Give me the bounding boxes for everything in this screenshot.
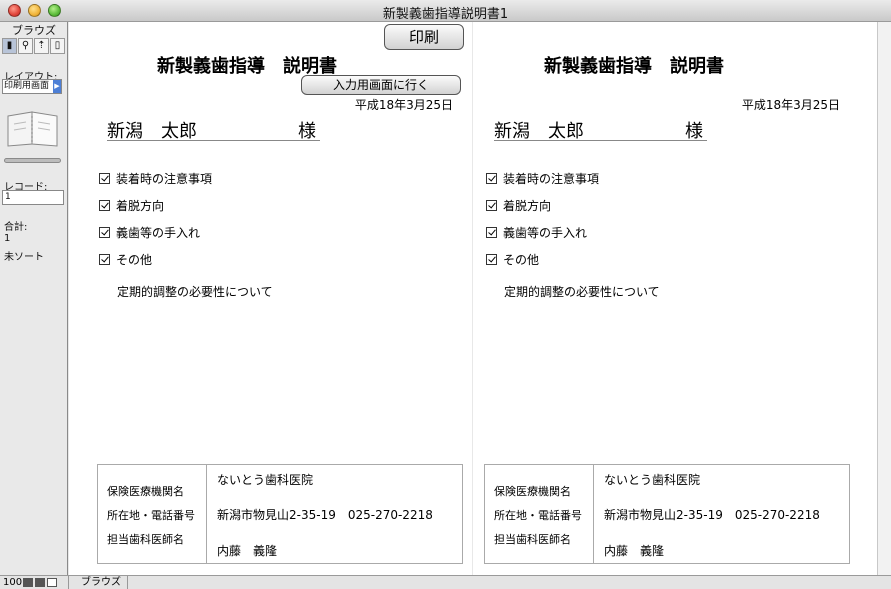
zoom-out-icon[interactable] bbox=[23, 578, 33, 587]
checkbox-checked-icon[interactable] bbox=[486, 254, 497, 265]
address-phone-label: 所在地・電話番号 bbox=[494, 509, 582, 522]
institution-label: 保険医療機関名 bbox=[107, 485, 184, 498]
layout-tool-icon[interactable]: ⇡ bbox=[34, 38, 49, 54]
info-divider bbox=[206, 465, 207, 563]
total-label: 合計: bbox=[4, 222, 28, 233]
zoom-in-icon[interactable] bbox=[35, 578, 45, 587]
sort-status: 未ソート bbox=[4, 252, 44, 263]
checklist-item[interactable]: その他 bbox=[486, 251, 539, 268]
honorific: 様 bbox=[298, 121, 316, 142]
institution-value: ないとう歯科医院 bbox=[604, 473, 701, 487]
address-phone-value: 新潟市物見山2-35-19 025-270-2218 bbox=[217, 508, 433, 522]
honorific: 様 bbox=[685, 121, 703, 142]
layout-content: 新製義歯指導 説明書 平成18年3月25日 新潟 太郎 様 装着時の注意事項 着… bbox=[69, 22, 877, 575]
checkbox-checked-icon[interactable] bbox=[99, 200, 110, 211]
status-bar: 100 ブラウズ bbox=[0, 575, 891, 589]
patient-name: 新潟 太郎 bbox=[107, 121, 197, 142]
window-title: 新製義歯指導説明書1 bbox=[382, 7, 509, 22]
layout-dropdown-arrow-icon[interactable]: ▶ bbox=[53, 80, 61, 93]
note-text: 定期的調整の必要性について bbox=[504, 285, 660, 299]
mode-tools: ▮ ⚲ ⇡ ▯ bbox=[2, 38, 65, 54]
checklist-item[interactable]: 着脱方向 bbox=[99, 197, 164, 214]
institution-label: 保険医療機関名 bbox=[494, 485, 571, 498]
dentist-value: 内藤 義隆 bbox=[217, 544, 278, 558]
patient-name-field[interactable]: 新潟 太郎 様 bbox=[494, 117, 707, 142]
address-phone-value: 新潟市物見山2-35-19 025-270-2218 bbox=[604, 508, 820, 522]
checklist-item[interactable]: その他 bbox=[99, 251, 152, 268]
goto-input-screen-button[interactable]: 入力用画面に行く bbox=[301, 75, 461, 95]
checkbox-checked-icon[interactable] bbox=[486, 200, 497, 211]
dentist-value: 内藤 義隆 bbox=[604, 544, 665, 558]
clinic-info-box: 保険医療機関名 所在地・電話番号 担当歯科医師名 ないとう歯科医院 新潟市物見山… bbox=[97, 464, 463, 564]
checkbox-checked-icon[interactable] bbox=[99, 227, 110, 238]
dentist-label: 担当歯科医師名 bbox=[494, 533, 571, 546]
layout-select[interactable]: 印刷用画面 ▶ bbox=[2, 79, 62, 94]
record-slider[interactable] bbox=[4, 158, 61, 163]
preview-tool-icon[interactable]: ▯ bbox=[50, 38, 65, 54]
checklist-item[interactable]: 装着時の注意事項 bbox=[486, 170, 599, 187]
title-bar: 新製義歯指導説明書1 bbox=[0, 0, 891, 22]
checkbox-checked-icon[interactable] bbox=[99, 173, 110, 184]
zoom-level[interactable]: 100 bbox=[3, 576, 22, 589]
record-book-icon[interactable] bbox=[4, 110, 61, 148]
document-page-left: 新製義歯指導 説明書 平成18年3月25日 新潟 太郎 様 装着時の注意事項 着… bbox=[69, 22, 463, 575]
checklist-item[interactable]: 装着時の注意事項 bbox=[99, 170, 212, 187]
info-divider bbox=[593, 465, 594, 563]
zoom-controls bbox=[23, 578, 57, 587]
layout-select-value: 印刷用画面 bbox=[4, 81, 50, 91]
document-date: 平成18年3月25日 bbox=[741, 98, 840, 112]
checkbox-checked-icon[interactable] bbox=[486, 227, 497, 238]
total-count: 1 bbox=[4, 233, 11, 244]
checkbox-checked-icon[interactable] bbox=[486, 173, 497, 184]
document-page-right: 新製義歯指導 説明書 平成18年3月25日 新潟 太郎 様 装着時の注意事項 着… bbox=[456, 22, 850, 575]
status-area: ブラウズ ▮ ⚲ ⇡ ▯ レイアウト: 印刷用画面 ▶ レコード: 1 合計: … bbox=[0, 22, 68, 575]
dentist-label: 担当歯科医師名 bbox=[107, 533, 184, 546]
address-phone-label: 所在地・電話番号 bbox=[107, 509, 195, 522]
status-mode-label[interactable]: ブラウズ bbox=[68, 576, 128, 589]
document-date: 平成18年3月25日 bbox=[354, 98, 453, 112]
toggle-status-area-icon[interactable] bbox=[47, 578, 57, 587]
record-number-input[interactable]: 1 bbox=[2, 190, 64, 205]
browse-tool-icon[interactable]: ▮ bbox=[2, 38, 17, 54]
vertical-scrollbar[interactable] bbox=[877, 22, 891, 575]
print-button[interactable]: 印刷 bbox=[384, 24, 464, 50]
note-text: 定期的調整の必要性について bbox=[117, 285, 273, 299]
checklist-item[interactable]: 着脱方向 bbox=[486, 197, 551, 214]
find-tool-icon[interactable]: ⚲ bbox=[18, 38, 33, 54]
clinic-info-box: 保険医療機関名 所在地・電話番号 担当歯科医師名 ないとう歯科医院 新潟市物見山… bbox=[484, 464, 850, 564]
checklist-item[interactable]: 義歯等の手入れ bbox=[486, 224, 587, 241]
mode-label: ブラウズ bbox=[12, 24, 56, 37]
checklist-item[interactable]: 義歯等の手入れ bbox=[99, 224, 200, 241]
patient-name-field[interactable]: 新潟 太郎 様 bbox=[107, 117, 320, 142]
document-title: 新製義歯指導 説明書 bbox=[544, 56, 724, 77]
institution-value: ないとう歯科医院 bbox=[217, 473, 314, 487]
checkbox-checked-icon[interactable] bbox=[99, 254, 110, 265]
patient-name: 新潟 太郎 bbox=[494, 121, 584, 142]
